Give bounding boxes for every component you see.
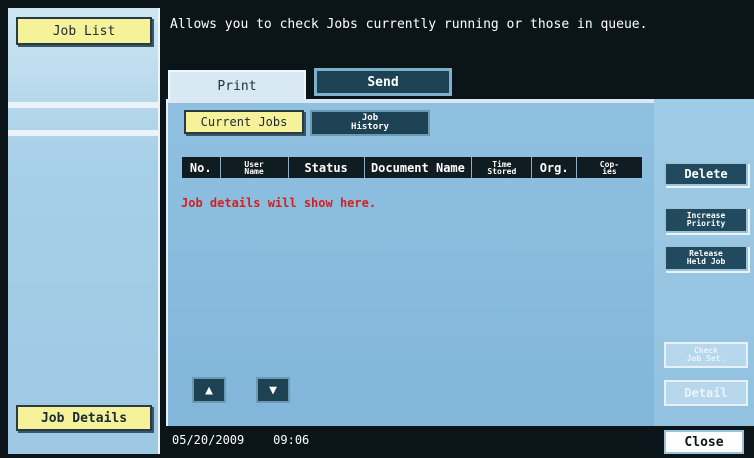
scroll-down-button[interactable]: ▼ <box>256 377 290 403</box>
tab-current-jobs[interactable]: Current Jobs <box>184 110 304 134</box>
column-document-name: Document Name <box>365 157 473 178</box>
release-held-job-button[interactable]: Release Held Job <box>664 245 748 271</box>
job-details-button[interactable]: Job Details <box>16 405 152 431</box>
detail-button[interactable]: Detail <box>664 380 748 406</box>
tab-job-history[interactable]: Job History <box>310 110 430 136</box>
column-user-name: User Name <box>221 157 289 178</box>
column-time-stored: Time Stored <box>472 157 533 178</box>
column-no: No. <box>182 157 221 178</box>
empty-job-message: Job details will show here. <box>181 196 377 210</box>
delete-button[interactable]: Delete <box>664 162 748 186</box>
check-job-settings-button[interactable]: Check Job Set. <box>664 342 748 368</box>
column-org: Org. <box>532 157 577 178</box>
sidebar-divider <box>8 102 160 108</box>
date-time: 05/20/2009 09:06 <box>172 433 372 451</box>
increase-priority-button[interactable]: Increase Priority <box>664 207 748 233</box>
close-button[interactable]: Close <box>664 430 744 454</box>
job-table-header: No. User Name Status Document Name Time … <box>182 157 642 178</box>
sidebar-divider <box>8 130 160 136</box>
arrow-down-icon: ▼ <box>269 382 277 398</box>
job-list-button[interactable]: Job List <box>16 17 152 45</box>
left-sidebar <box>8 8 160 454</box>
date: 05/20/2009 <box>172 433 245 447</box>
tab-send[interactable]: Send <box>314 68 452 96</box>
scroll-up-button[interactable]: ▲ <box>192 377 226 403</box>
arrow-up-icon: ▲ <box>205 382 213 398</box>
column-status: Status <box>289 157 365 178</box>
tab-print[interactable]: Print <box>168 70 306 100</box>
column-copies: Cop- ies <box>599 159 620 176</box>
header-description: Allows you to check Jobs currently runni… <box>170 17 648 32</box>
time: 09:06 <box>273 433 310 447</box>
